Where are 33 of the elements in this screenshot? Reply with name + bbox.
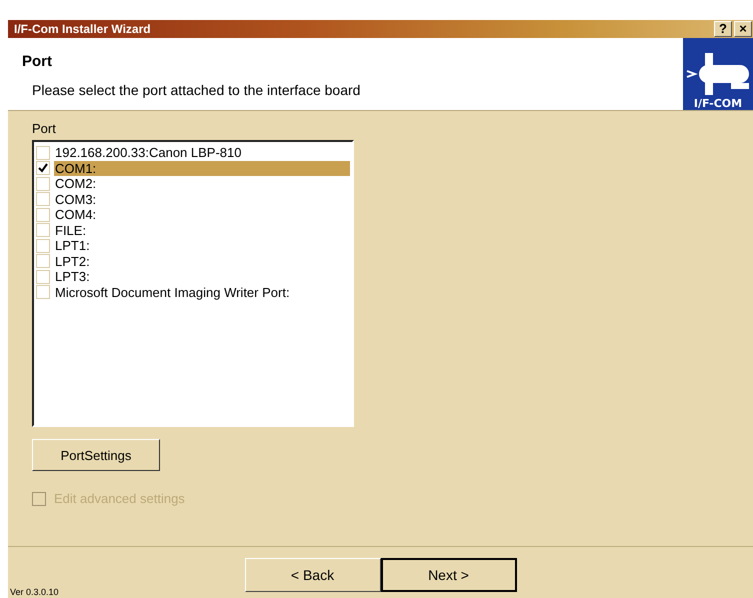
checkbox[interactable] [36,146,50,160]
port-settings-button[interactable]: PortSettings [32,439,160,471]
port-item[interactable]: FILE: [54,222,86,238]
next-button[interactable]: Next > [380,558,516,592]
checkbox[interactable] [36,270,50,284]
checkbox[interactable] [36,254,50,268]
port-label: Port [32,121,57,136]
port-item[interactable]: LPT1: [54,238,90,254]
logo-text: I/F-COM [694,97,742,110]
checkbox-label: Edit advanced settings [54,491,185,506]
port-item[interactable]: 192.168.200.33:Canon LBP-810 [54,145,242,160]
port-item[interactable]: LPT2: [54,254,90,269]
help-button[interactable]: ? [714,21,732,37]
back-button[interactable]: < Back [244,558,380,592]
window-title: I/F-Com Installer Wizard [14,22,151,36]
port-item[interactable]: LPT3: [54,269,90,284]
close-button[interactable]: × [734,21,752,37]
port-item[interactable]: COM4: [54,207,96,222]
printer-icon [685,51,751,97]
port-item[interactable]: COM1: [54,160,350,176]
checkbox[interactable] [36,192,50,206]
version-text: Ver 0.3.0.10 [10,587,59,597]
checkbox[interactable] [36,176,50,191]
checkbox[interactable] [36,208,50,222]
checkbox[interactable] [36,161,50,176]
checkbox[interactable] [36,238,50,253]
port-item[interactable]: COM3: [54,192,96,207]
port-item[interactable]: Microsoft Document Imaging Writer Port: [54,284,290,300]
page-subtitle: Please select the port attached to the interface board [31,82,360,98]
page-title: Port [22,53,53,70]
checkbox[interactable] [36,285,50,300]
port-item[interactable]: COM2: [54,176,96,192]
checkbox[interactable] [36,223,50,238]
